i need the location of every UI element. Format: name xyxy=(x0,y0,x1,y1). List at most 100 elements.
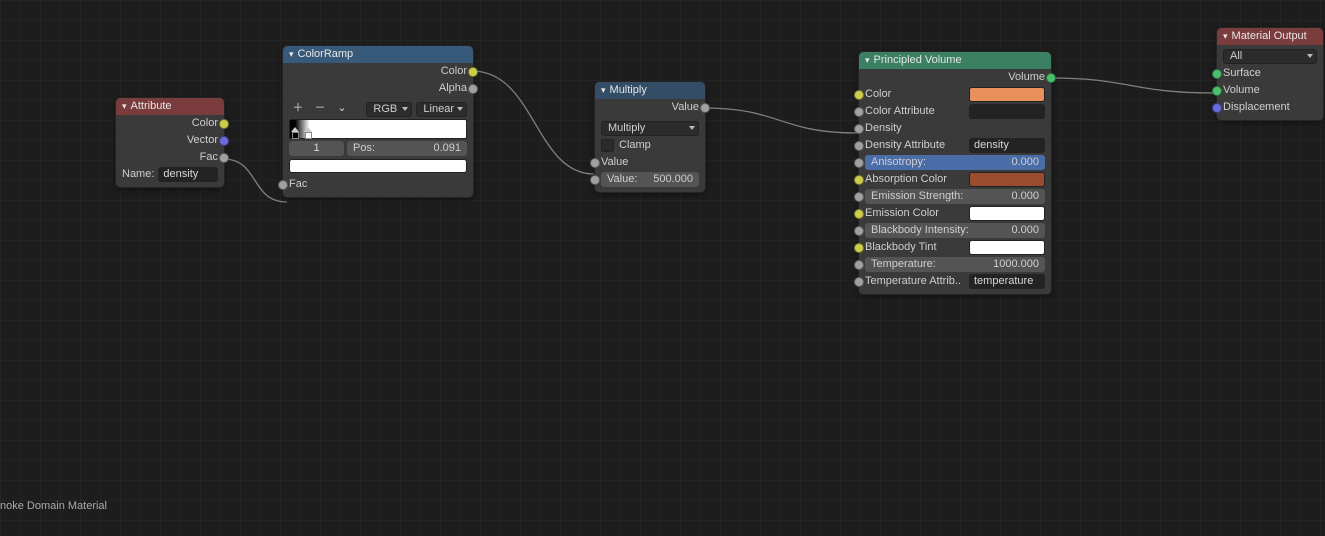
pv-input-1: Color Attribute xyxy=(859,103,1051,120)
input-fac: Fac xyxy=(283,176,473,197)
node-header[interactable]: ▾ Multiply xyxy=(595,82,705,99)
label: Density xyxy=(865,120,902,137)
math-op-select[interactable]: Multiply xyxy=(601,121,699,136)
socket-input[interactable] xyxy=(854,277,864,287)
ramp-stop-0[interactable] xyxy=(291,127,300,139)
socket-output-fac[interactable] xyxy=(219,153,229,163)
num-field[interactable]: Anisotropy:0.000 xyxy=(865,155,1045,170)
node-header[interactable]: ▾ Principled Volume xyxy=(859,52,1051,69)
value2-label: Value: xyxy=(601,172,643,187)
ramp-gradient[interactable] xyxy=(283,118,473,140)
collapse-icon[interactable]: ▾ xyxy=(122,98,127,115)
socket-output-vector[interactable] xyxy=(219,136,229,146)
pos-label: Pos: xyxy=(347,141,381,156)
node-header[interactable]: ▾ ColorRamp xyxy=(283,46,473,63)
socket-output-volume[interactable] xyxy=(1046,73,1056,83)
node-multiply[interactable]: ▾ Multiply Value Multiply Clamp Value Va… xyxy=(594,81,706,193)
input-volume: Volume xyxy=(1217,82,1323,99)
socket-input-displacement[interactable] xyxy=(1212,103,1222,113)
node-title: Multiply xyxy=(610,82,647,99)
pv-input-8: Blackbody Intensity:0.000 xyxy=(859,222,1051,239)
node-header[interactable]: ▾ Material Output xyxy=(1217,28,1323,45)
num-field[interactable]: Blackbody Intensity:0.000 xyxy=(865,223,1045,238)
pos-value: 0.091 xyxy=(427,141,467,156)
socket-input[interactable] xyxy=(854,226,864,236)
pv-input-11: Temperature Attrib..temperature xyxy=(859,273,1051,290)
pv-input-0: Color xyxy=(859,86,1051,103)
collapse-icon[interactable]: ▾ xyxy=(865,52,870,69)
num-field[interactable]: Temperature:1000.000 xyxy=(865,257,1045,272)
label: Absorption Color xyxy=(865,171,969,188)
text-input[interactable]: temperature xyxy=(969,274,1045,289)
color-swatch[interactable] xyxy=(969,240,1045,255)
socket-input-volume[interactable] xyxy=(1212,86,1222,96)
ramp-stop-1[interactable] xyxy=(304,127,313,139)
stop-color-swatch[interactable] xyxy=(289,159,467,173)
output-vector: Vector xyxy=(116,132,224,149)
socket-input-value-2[interactable] xyxy=(590,175,600,185)
num-field[interactable]: Emission Strength:0.000 xyxy=(865,189,1045,204)
clamp-checkbox[interactable] xyxy=(601,139,614,152)
socket-input[interactable] xyxy=(854,209,864,219)
collapse-icon[interactable]: ▾ xyxy=(289,46,294,63)
interp-select[interactable]: Linear xyxy=(416,102,467,117)
pv-input-7: Emission Color xyxy=(859,205,1051,222)
output-color: Color xyxy=(283,63,473,80)
pv-input-10: Temperature:1000.000 xyxy=(859,256,1051,273)
label: Color Attribute xyxy=(865,103,969,120)
color-swatch[interactable] xyxy=(969,206,1045,221)
target-select[interactable]: All xyxy=(1223,49,1317,64)
output-color: Color xyxy=(116,115,224,132)
socket-input[interactable] xyxy=(854,158,864,168)
stop-menu-button[interactable]: ⌄ xyxy=(333,102,351,117)
socket-input-surface[interactable] xyxy=(1212,69,1222,79)
label: Density Attribute xyxy=(865,137,969,154)
output-volume: Volume xyxy=(859,69,1051,86)
socket-input[interactable] xyxy=(854,107,864,117)
name-label: Name: xyxy=(122,166,154,183)
socket-input[interactable] xyxy=(854,243,864,253)
clamp-row: Clamp xyxy=(595,137,705,154)
socket-input[interactable] xyxy=(854,260,864,270)
socket-input[interactable] xyxy=(854,175,864,185)
node-colorramp[interactable]: ▾ ColorRamp Color Alpha ＋ － ⌄ RGB Linear… xyxy=(282,45,474,198)
socket-input[interactable] xyxy=(854,192,864,202)
socket-output-alpha[interactable] xyxy=(468,84,478,94)
node-principled-volume[interactable]: ▾ Principled Volume Volume ColorColor At… xyxy=(858,51,1052,295)
socket-input-value-1[interactable] xyxy=(590,158,600,168)
output-fac: Fac xyxy=(116,149,224,166)
node-header[interactable]: ▾ Attribute xyxy=(116,98,224,115)
socket-input[interactable] xyxy=(854,124,864,134)
input-displacement: Displacement xyxy=(1217,99,1323,120)
color-mode-select[interactable]: RGB xyxy=(366,102,412,117)
pv-input-4: Anisotropy:0.000 xyxy=(859,154,1051,171)
pv-input-2: Density xyxy=(859,120,1051,137)
stop-color-row xyxy=(283,157,473,176)
stop-pos-field[interactable]: Pos: 0.091 xyxy=(347,141,467,156)
collapse-icon[interactable]: ▾ xyxy=(601,82,606,99)
collapse-icon[interactable]: ▾ xyxy=(1223,28,1228,45)
attribute-name-input[interactable]: density xyxy=(158,167,218,182)
socket-output-value[interactable] xyxy=(700,103,710,113)
text-input[interactable]: density xyxy=(969,138,1045,153)
output-alpha: Alpha xyxy=(283,80,473,97)
socket-output-color[interactable] xyxy=(219,119,229,129)
color-swatch[interactable] xyxy=(969,87,1045,102)
input-surface: Surface xyxy=(1217,65,1323,82)
node-attribute[interactable]: ▾ Attribute Color Vector Fac Name: densi… xyxy=(115,97,225,188)
socket-input[interactable] xyxy=(854,141,864,151)
socket-output-color[interactable] xyxy=(468,67,478,77)
output-value: Value xyxy=(595,99,705,116)
stop-index[interactable]: 1 xyxy=(289,141,344,156)
op-row: Multiply xyxy=(595,116,705,137)
socket-input[interactable] xyxy=(854,90,864,100)
value2-value: 500.000 xyxy=(647,172,699,187)
node-material-output[interactable]: ▾ Material Output All Surface Volume Dis… xyxy=(1216,27,1324,121)
stop-fields: 1 Pos: 0.091 xyxy=(283,140,473,157)
remove-stop-button[interactable]: － xyxy=(311,102,329,117)
value2-field[interactable]: Value: 500.000 xyxy=(601,172,699,187)
socket-input-fac[interactable] xyxy=(278,180,288,190)
add-stop-button[interactable]: ＋ xyxy=(289,102,307,117)
color-swatch[interactable] xyxy=(969,172,1045,187)
text-input[interactable] xyxy=(969,104,1045,119)
